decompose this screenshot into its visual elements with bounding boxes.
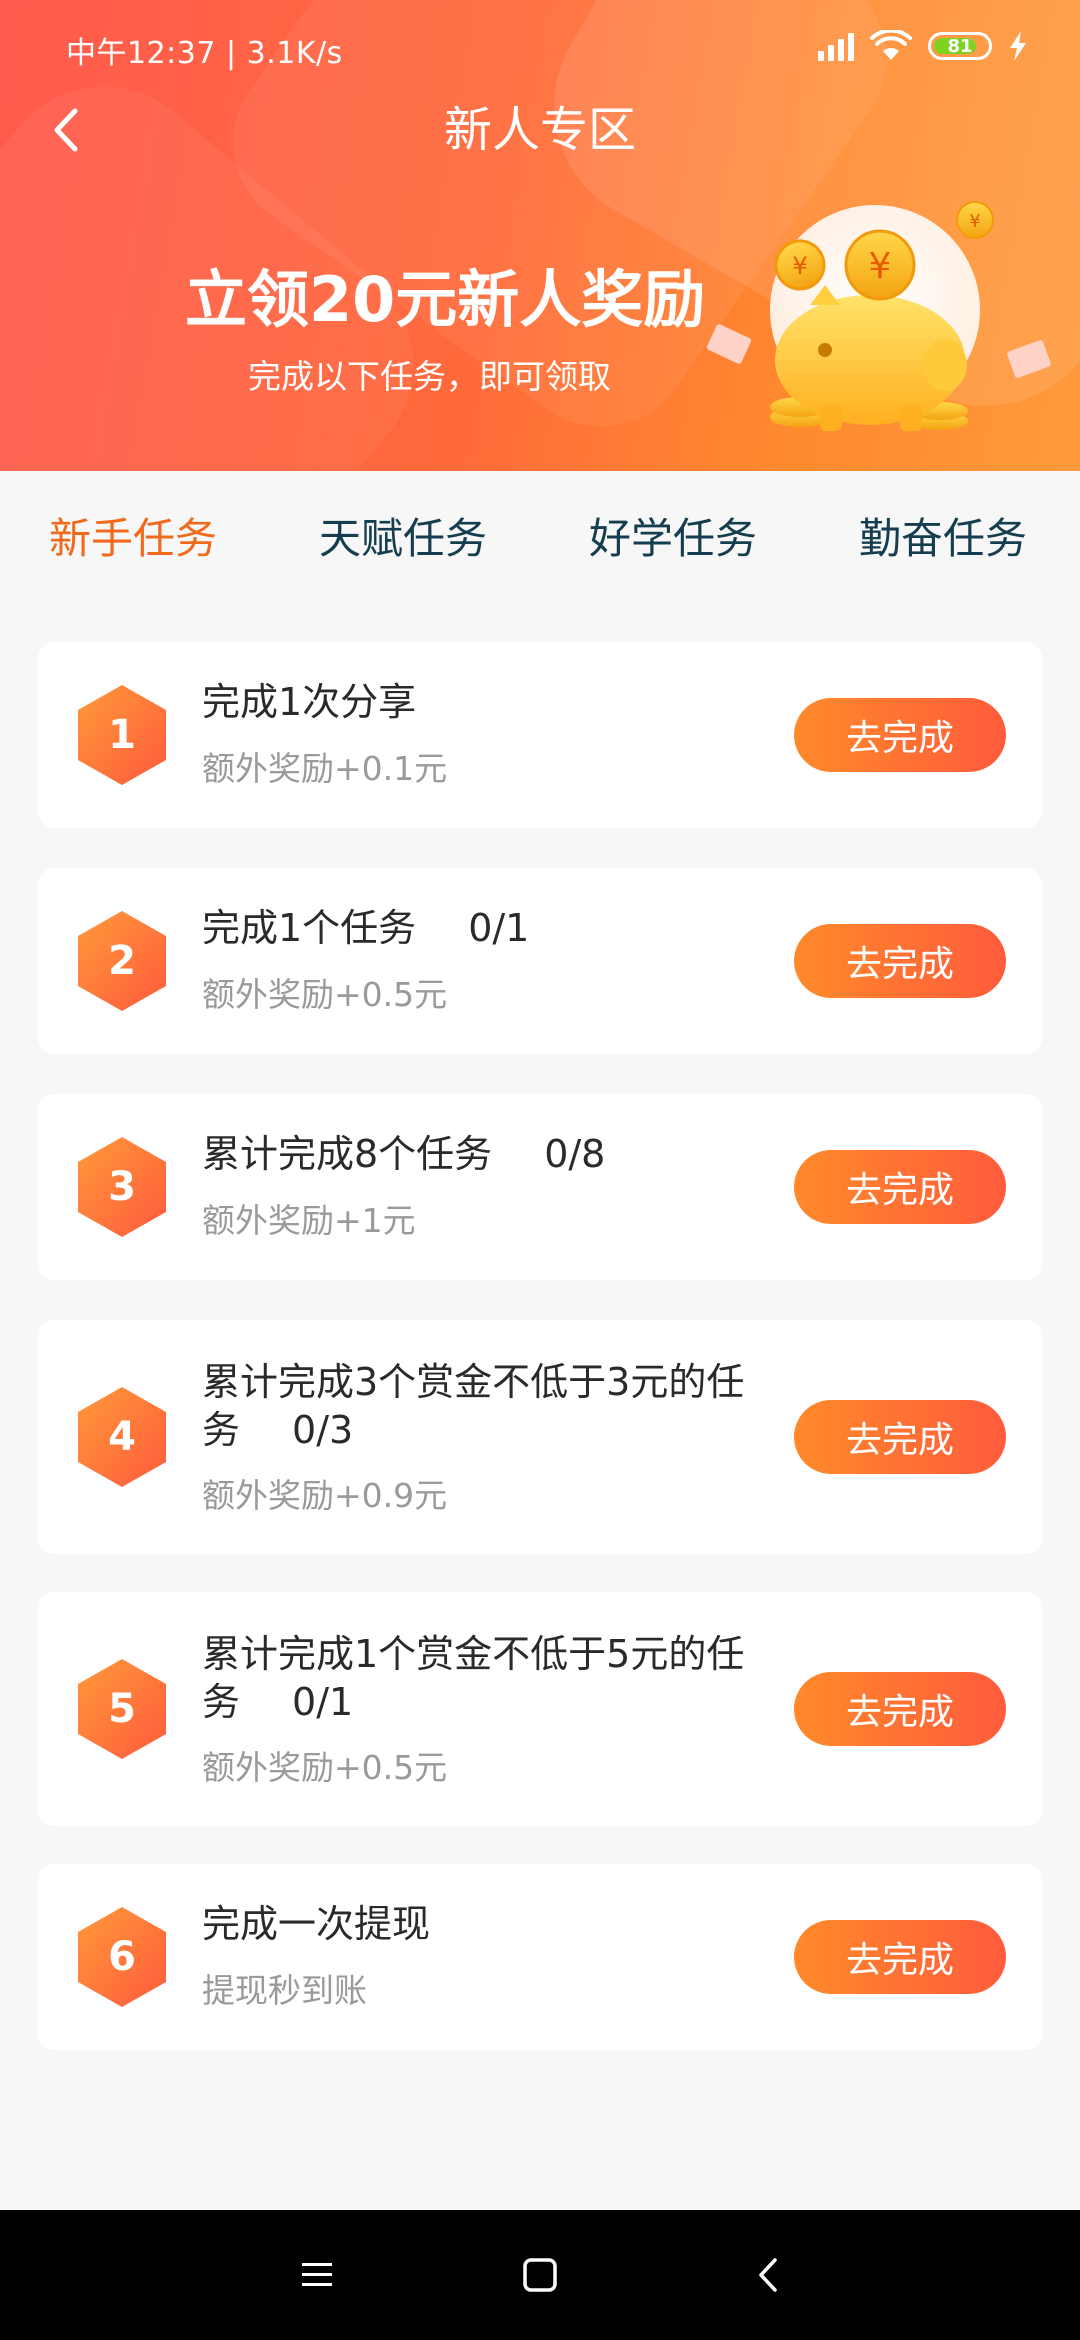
task-title-text: 累计完成3个赏金不低于3元的任务 — [202, 1360, 745, 1452]
task-number: 1 — [108, 712, 136, 758]
svg-text:¥: ¥ — [869, 246, 892, 287]
tab-newbie[interactable]: 新手任务 — [49, 509, 217, 569]
task-title-text: 完成一次提现 — [202, 1902, 431, 1946]
task-title-text: 完成1个任务 — [202, 906, 417, 950]
go-complete-button[interactable]: 去完成 — [794, 1920, 1006, 1994]
wifi-icon — [870, 30, 912, 60]
task-title: 完成1个任务 0/1 — [202, 904, 782, 952]
task-number: 4 — [108, 1414, 136, 1460]
task-card: 2 完成1个任务 0/1 额外奖励+0.5元 去完成 — [38, 868, 1042, 1054]
task-card: 6 完成一次提现 提现秒到账 去完成 — [38, 1864, 1042, 2050]
banner-title: 立领20元新人奖励 — [185, 263, 706, 336]
task-reward: 额外奖励+0.5元 — [202, 975, 448, 1014]
task-card: 1 完成1次分享 额外奖励+0.1元 去完成 — [38, 642, 1042, 828]
task-progress: 0/3 — [292, 1408, 354, 1452]
task-number: 3 — [108, 1164, 136, 1210]
svg-text:¥: ¥ — [969, 211, 980, 232]
hexagon-number-badge: 2 — [78, 911, 166, 1011]
task-title: 累计完成1个赏金不低于5元的任务 0/1 — [202, 1630, 782, 1726]
task-title-text: 累计完成1个赏金不低于5元的任务 — [202, 1632, 745, 1724]
task-progress: 0/1 — [292, 1680, 354, 1724]
battery-icon: 81 — [928, 32, 992, 60]
task-reward: 额外奖励+0.1元 — [202, 749, 448, 788]
hexagon-number-badge: 6 — [78, 1907, 166, 2007]
go-complete-button[interactable]: 去完成 — [794, 1672, 1006, 1746]
battery-level: 81 — [947, 35, 973, 57]
task-number: 5 — [108, 1686, 136, 1732]
go-complete-button[interactable]: 去完成 — [794, 924, 1006, 998]
task-title: 完成一次提现 — [202, 1900, 782, 1948]
header-banner: 中午12:37 | 3.1K/s 81 新人专区 立领20元新人奖励 完成以下任… — [0, 0, 1080, 471]
task-tabs: 新手任务 天赋任务 好学任务 勤奋任务 — [0, 471, 1080, 611]
task-title-text: 完成1次分享 — [202, 680, 417, 724]
signal-icon — [818, 31, 854, 61]
tab-diligent[interactable]: 勤奋任务 — [859, 509, 1027, 569]
menu-button[interactable] — [287, 2245, 347, 2305]
svg-text:¥: ¥ — [792, 252, 807, 280]
system-nav-bar — [0, 2210, 1080, 2340]
page-title: 新人专区 — [443, 102, 636, 158]
banner-subtitle: 完成以下任务，即可领取 — [248, 357, 611, 396]
hexagon-number-badge: 5 — [78, 1659, 166, 1759]
tab-study[interactable]: 好学任务 — [589, 509, 757, 569]
task-number: 6 — [108, 1934, 136, 1980]
task-card: 4 累计完成3个赏金不低于3元的任务 0/3 额外奖励+0.9元 去完成 — [38, 1320, 1042, 1554]
hexagon-number-badge: 1 — [78, 685, 166, 785]
task-title: 累计完成8个任务 0/8 — [202, 1130, 782, 1178]
go-complete-button[interactable]: 去完成 — [794, 698, 1006, 772]
task-reward: 额外奖励+0.5元 — [202, 1748, 448, 1787]
task-reward: 提现秒到账 — [202, 1971, 367, 2010]
piggy-bank-illustration: ¥ ¥ ¥ — [706, 201, 1051, 431]
hexagon-number-badge: 4 — [78, 1387, 166, 1487]
tab-talent[interactable]: 天赋任务 — [319, 509, 487, 569]
task-reward: 额外奖励+0.9元 — [202, 1476, 448, 1515]
menu-icon — [302, 2263, 332, 2286]
charging-icon — [1010, 31, 1026, 61]
status-time: 中午12:37 | 3.1K/s — [66, 36, 343, 71]
status-bar: 中午12:37 | 3.1K/s 81 — [0, 0, 1080, 100]
home-button[interactable] — [510, 2245, 570, 2305]
system-back-button[interactable] — [738, 2245, 798, 2305]
task-reward: 额外奖励+1元 — [202, 1201, 416, 1240]
task-title: 累计完成3个赏金不低于3元的任务 0/3 — [202, 1358, 782, 1454]
back-triangle-icon — [759, 2258, 777, 2292]
task-number: 2 — [108, 938, 136, 984]
task-card: 3 累计完成8个任务 0/8 额外奖励+1元 去完成 — [38, 1094, 1042, 1280]
task-card: 5 累计完成1个赏金不低于5元的任务 0/1 额外奖励+0.5元 去完成 — [38, 1592, 1042, 1826]
go-complete-button[interactable]: 去完成 — [794, 1400, 1006, 1474]
hexagon-number-badge: 3 — [78, 1137, 166, 1237]
task-progress: 0/1 — [468, 906, 530, 950]
task-title: 完成1次分享 — [202, 678, 782, 726]
task-title-text: 累计完成8个任务 — [202, 1132, 493, 1176]
status-icons: 81 — [818, 30, 1028, 62]
task-progress: 0/8 — [544, 1132, 606, 1176]
go-complete-button[interactable]: 去完成 — [794, 1150, 1006, 1224]
home-square-icon — [523, 2258, 557, 2292]
